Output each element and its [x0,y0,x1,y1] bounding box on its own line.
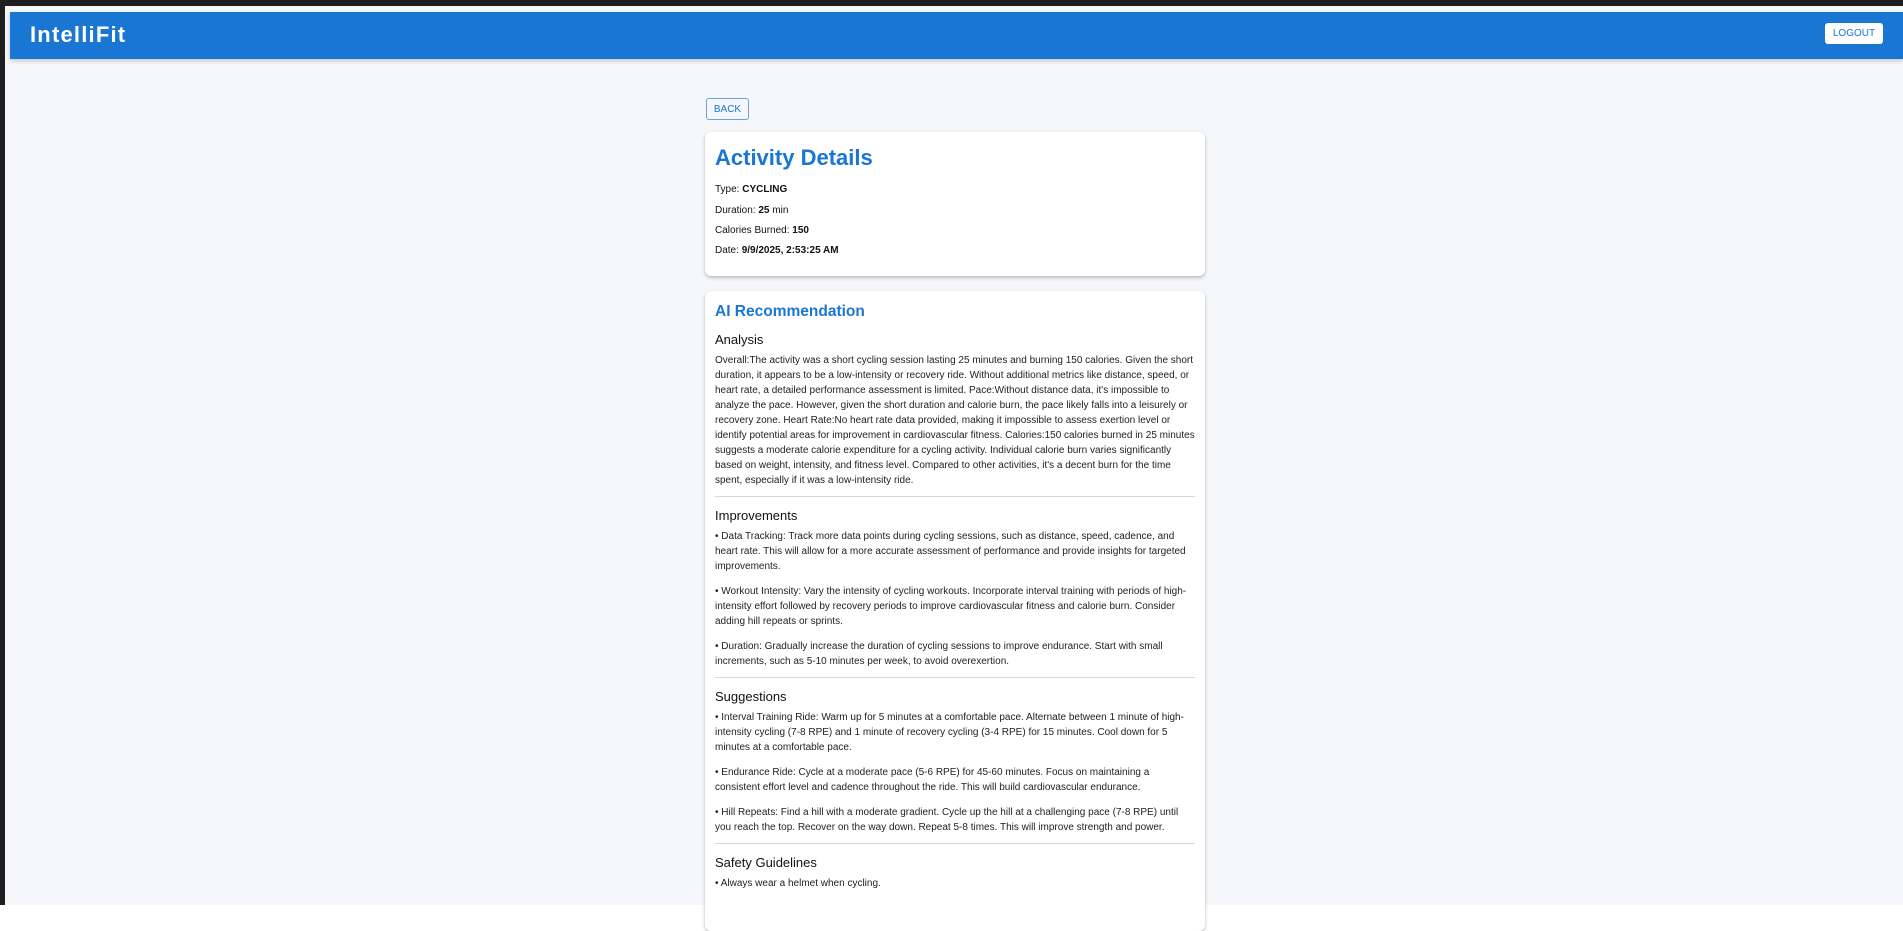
section-divider [715,843,1195,844]
calories-value: 150 [792,225,809,236]
analysis-text: Overall:The activity was a short cycling… [715,355,1195,486]
section-divider [715,496,1195,497]
type-value: CYCLING [742,184,788,195]
activity-details-heading: Activity Details [715,145,873,170]
duration-unit: min [772,205,789,216]
ai-recommendation-heading: AI Recommendation [715,303,865,320]
duration-label: Duration: [715,205,756,216]
ai-recommendation-card: AI Recommendation Analysis Overall:The a… [705,291,1205,931]
activity-type-row: Type: CYCLING [715,184,1195,196]
activity-duration-row: Duration: 25 min [715,205,1195,217]
type-label: Type: [715,184,740,195]
suggestion-item: • Hill Repeats: Find a hill with a moder… [715,807,1179,833]
safety-title: Safety Guidelines [715,855,817,870]
calories-label: Calories Burned: [715,225,790,236]
back-button[interactable]: BACK [706,98,749,120]
suggestion-item: • Interval Training Ride: Warm up for 5 … [715,712,1184,753]
logout-button[interactable]: LOGOUT [1825,23,1883,44]
safety-item: • Always wear a helmet when cycling. [715,878,881,889]
improvement-item: • Workout Intensity: Vary the intensity … [715,586,1187,627]
suggestions-title: Suggestions [715,689,787,704]
analysis-title: Analysis [715,332,764,347]
duration-value: 25 [758,205,770,216]
improvement-item: • Duration: Gradually increase the durat… [715,641,1163,667]
activity-details-card: Activity Details Type: CYCLING Duration:… [705,132,1205,276]
date-label: Date: [715,245,739,256]
suggestion-item: • Endurance Ride: Cycle at a moderate pa… [715,767,1150,793]
activity-date-row: Date: 9/9/2025, 2:53:25 AM [715,245,1195,257]
improvement-item: • Data Tracking: Track more data points … [715,531,1186,572]
section-divider [715,677,1195,678]
activity-calories-row: Calories Burned: 150 [715,225,1195,237]
improvements-title: Improvements [715,508,798,523]
date-value: 9/9/2025, 2:53:25 AM [741,245,839,256]
app-bar: IntelliFit LOGOUT [10,12,1903,59]
browser-frame: IntelliFit LOGOUT BACK Activity Details … [0,0,1903,931]
app-logo[interactable]: IntelliFit [30,22,126,48]
